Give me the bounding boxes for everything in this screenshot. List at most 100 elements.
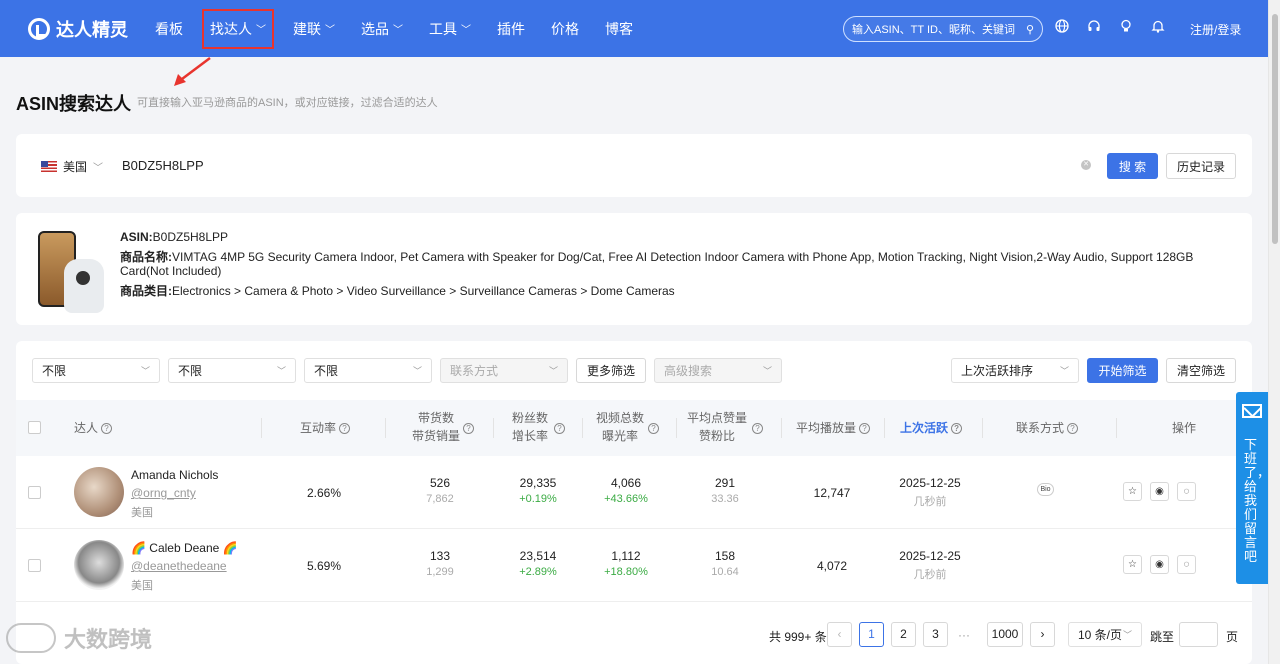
country-select[interactable]: 美国 ﹀	[41, 158, 103, 175]
help-icon[interactable]: ?	[859, 423, 871, 435]
start-filter-button[interactable]: 开始筛选	[1087, 358, 1158, 383]
nav-item-tools[interactable]: 工具 ﹀	[416, 0, 484, 57]
th-fans-help: ?	[551, 419, 565, 437]
help-icon[interactable]: ?	[648, 423, 659, 435]
table-row[interactable]: Amanda Nichols @orng_cnty 美国 2.66% 526 7,…	[16, 456, 1252, 529]
headset-icon[interactable]	[1084, 18, 1104, 38]
nav-label: 建联	[293, 20, 321, 37]
login-link[interactable]: 注册/登录	[1190, 21, 1241, 38]
page-scrollbar[interactable]	[1268, 0, 1280, 664]
globe-icon[interactable]	[1052, 18, 1072, 38]
row-checkbox[interactable]	[28, 486, 41, 499]
creator-handle[interactable]: @orng_cnty	[131, 486, 196, 500]
search-icon[interactable]: ⚲	[1026, 23, 1034, 36]
th-likes-help: ?	[749, 419, 763, 437]
creator-name[interactable]: Amanda Nichols	[131, 468, 218, 482]
engagement-rate: 2.66%	[306, 486, 342, 500]
nav-item-plugin[interactable]: 插件	[484, 0, 538, 57]
filter-select-1[interactable]: 不限 ﹀	[32, 358, 160, 383]
help-icon[interactable]: ?	[463, 423, 474, 435]
pagination-ellipsis[interactable]: ···	[958, 628, 970, 642]
nav-menu: 看板 找达人 ﹀ 建联 ﹀ 选品 ﹀ 工具 ﹀ 插件 价格 博客	[142, 0, 646, 57]
th-creator: 达人?	[74, 419, 113, 437]
sort-select[interactable]: 上次活跃排序 ﹀	[951, 358, 1079, 383]
exposure-rate: +43.66%	[604, 493, 648, 505]
more-filters-button[interactable]: 更多筛选	[576, 358, 646, 383]
search-placeholder: 输入ASIN、TT ID、昵称、关键词	[852, 24, 1015, 36]
nav-item-blog[interactable]: 博客	[592, 0, 646, 57]
th-label: 粉丝数	[511, 411, 548, 425]
contact-filter-select[interactable]: 联系方式 ﹀	[440, 358, 568, 383]
asin-search-card: 美国 ﹀ B0DZ5H8LPP ✕ 搜 索 历史记录	[16, 134, 1252, 197]
th-label: 上次活跃	[900, 421, 949, 435]
star-icon[interactable]: ☆	[1123, 555, 1142, 574]
jump-page-input[interactable]	[1179, 622, 1218, 647]
nav-item-products[interactable]: 选品 ﹀	[348, 0, 416, 57]
creator-name[interactable]: 🌈 Caleb Deane 🌈	[131, 541, 238, 555]
lightbulb-icon[interactable]	[1116, 18, 1136, 38]
avatar[interactable]	[74, 467, 124, 517]
prev-page-button[interactable]: ‹	[827, 622, 852, 647]
comment-icon[interactable]: ◌	[1177, 555, 1196, 574]
help-icon[interactable]: ?	[554, 423, 565, 435]
column-divider	[261, 418, 262, 438]
eye-icon[interactable]: ◉	[1150, 555, 1169, 574]
page-button-last[interactable]: 1000	[987, 622, 1023, 647]
avatar[interactable]	[74, 540, 124, 590]
last-active-relative: 几秒前	[913, 496, 947, 508]
page-button-3[interactable]: 3	[923, 622, 948, 647]
page-size-select[interactable]: 10 条/页 ﹀	[1068, 622, 1142, 647]
category-label: 商品类目:	[120, 284, 172, 298]
like-ratio: 33.36	[711, 493, 739, 505]
row-checkbox[interactable]	[28, 559, 41, 572]
search-button[interactable]: 搜 索	[1107, 153, 1158, 179]
th-label: 增长率	[511, 429, 548, 443]
asin-input[interactable]: B0DZ5H8LPP	[122, 158, 204, 173]
select-all-checkbox[interactable]	[28, 421, 41, 434]
product-info-card: ASIN:B0DZ5H8LPP 商品名称:VIMTAG 4MP 5G Secur…	[16, 213, 1252, 325]
eye-icon[interactable]: ◉	[1150, 482, 1169, 501]
filter-select-3[interactable]: 不限 ﹀	[304, 358, 432, 383]
total-count: 共 999+ 条	[769, 630, 827, 644]
help-icon[interactable]: ?	[752, 423, 763, 435]
scrollbar-thumb[interactable]	[1272, 14, 1278, 244]
th-actions: 操作	[1172, 421, 1197, 435]
nav-item-outreach[interactable]: 建联 ﹀	[280, 0, 348, 57]
star-icon[interactable]: ☆	[1123, 482, 1142, 501]
next-page-button[interactable]: ›	[1030, 622, 1055, 647]
creator-handle[interactable]: @deanethedeane	[131, 559, 227, 573]
column-divider	[982, 418, 983, 438]
fans-cell: 23,514 +2.89%	[508, 549, 568, 578]
help-icon[interactable]: ?	[951, 423, 963, 435]
avg-plays: 12,747	[813, 486, 851, 500]
watermark-logo-icon	[6, 623, 56, 653]
chevron-down-icon: ﹀	[393, 25, 403, 36]
nav-item-find-creators[interactable]: 找达人 ﹀	[202, 8, 274, 49]
filter-select-2[interactable]: 不限 ﹀	[168, 358, 296, 383]
nav-item-dashboard[interactable]: 看板	[142, 0, 196, 57]
advanced-search-select[interactable]: 高级搜索 ﹀	[654, 358, 782, 383]
comment-icon[interactable]: ◌	[1177, 482, 1196, 501]
th-last-active[interactable]: 上次活跃?	[900, 419, 963, 437]
history-button[interactable]: 历史记录	[1166, 153, 1236, 179]
global-search-input[interactable]: 输入ASIN、TT ID、昵称、关键词 ⚲	[843, 16, 1043, 42]
bell-icon[interactable]	[1148, 18, 1168, 38]
table-row[interactable]: 🌈 Caleb Deane 🌈 @deanethedeane 美国 5.69% …	[16, 529, 1252, 602]
bio-contact-badge[interactable]: Bio	[1037, 483, 1054, 496]
page-button-2[interactable]: 2	[891, 622, 916, 647]
help-icon[interactable]: ?	[101, 423, 113, 435]
growth-rate: +0.19%	[519, 493, 557, 505]
page-button-1[interactable]: 1	[859, 622, 884, 647]
filter-value: 上次活跃排序	[961, 364, 1034, 378]
clear-icon[interactable]: ✕	[1081, 160, 1091, 170]
feedback-tab[interactable]: 下班了，给我们留言吧	[1236, 392, 1270, 584]
name-label: 商品名称:	[120, 250, 172, 264]
nav-item-pricing[interactable]: 价格	[538, 0, 592, 57]
brand-logo[interactable]: 达人精灵	[28, 16, 128, 42]
clear-filter-button[interactable]: 清空筛选	[1166, 358, 1236, 383]
help-icon[interactable]: ?	[1067, 423, 1079, 435]
chevron-down-icon: ﹀	[762, 366, 772, 376]
videos-count: 1,112	[611, 549, 641, 563]
help-icon[interactable]: ?	[339, 423, 351, 435]
last-active-cell: 2025-12-25 几秒前	[895, 549, 965, 582]
